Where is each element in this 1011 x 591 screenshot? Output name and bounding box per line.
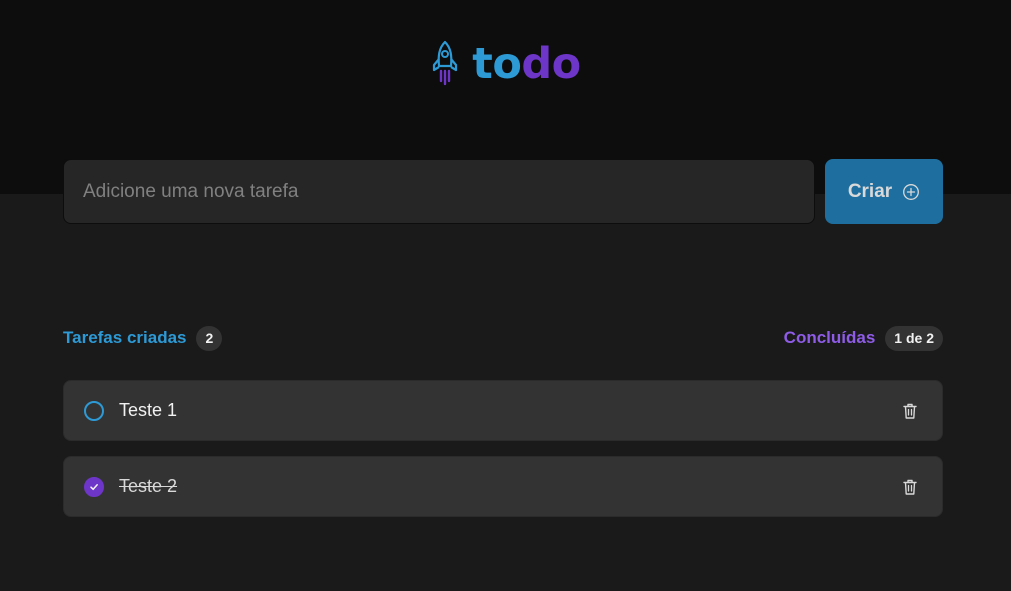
task-title: Teste 2 — [119, 476, 178, 496]
check-icon — [90, 483, 98, 490]
app-name-part1: to — [472, 39, 522, 89]
task-list: Teste 1 Teste 2 — [63, 380, 943, 517]
delete-task-button[interactable] — [898, 475, 922, 499]
create-button[interactable]: Criar — [825, 159, 943, 224]
created-label: Tarefas criadas — [63, 328, 187, 347]
created-counter: Tarefas criadas 2 — [63, 325, 223, 351]
rocket-icon — [433, 40, 458, 86]
task-title: Teste 1 — [119, 400, 178, 420]
task-item: Teste 1 — [63, 380, 943, 441]
done-label: Concluídas — [783, 328, 876, 347]
trash-icon — [903, 403, 917, 419]
app-name-part2: do — [521, 39, 581, 89]
delete-task-button[interactable] — [898, 399, 922, 423]
task-item: Teste 2 — [63, 456, 943, 517]
circle-checkbox-icon[interactable] — [84, 400, 104, 421]
create-task-form: Criar — [63, 159, 943, 224]
create-button-label: Criar — [847, 180, 893, 202]
new-task-input[interactable] — [63, 159, 815, 224]
app-logo: todo — [0, 38, 1011, 90]
plus-circle-icon — [903, 183, 920, 200]
created-count-badge: 2 — [196, 325, 223, 351]
done-counter: Concluídas 1 de 2 — [783, 325, 943, 351]
circle-checkbox-icon[interactable] — [84, 476, 104, 497]
app-name: todo — [472, 38, 581, 90]
task-counters: Tarefas criadas 2 Concluídas 1 de 2 — [63, 325, 943, 351]
done-count-badge: 1 de 2 — [885, 325, 943, 351]
trash-icon — [903, 479, 917, 495]
